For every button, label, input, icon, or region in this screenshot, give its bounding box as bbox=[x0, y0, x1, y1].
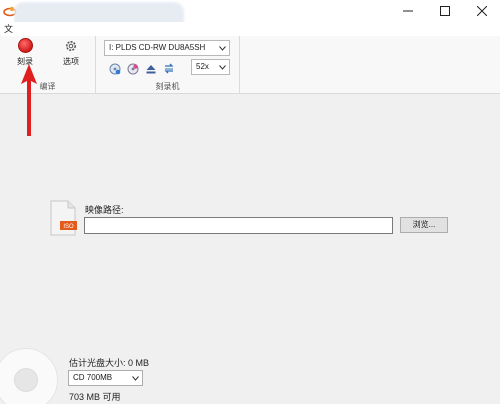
menu-file[interactable]: 文 bbox=[4, 22, 13, 35]
edit-group-label: 编译 bbox=[39, 82, 56, 91]
iso-file-icon: ISO bbox=[50, 200, 77, 236]
chevron-down-icon bbox=[217, 41, 227, 55]
estimated-disc-size: 估计光盘大小: 0 MB bbox=[69, 358, 150, 368]
browse-button[interactable]: 浏览... bbox=[400, 217, 448, 233]
eject-icon bbox=[146, 64, 155, 73]
options-button[interactable]: 选项 bbox=[56, 38, 86, 76]
load-tray-icon bbox=[163, 63, 174, 73]
menu-bar: 文 bbox=[0, 22, 500, 36]
erase-disc-icon bbox=[127, 63, 138, 74]
eject-button[interactable] bbox=[144, 62, 157, 75]
disc-icon bbox=[0, 348, 58, 404]
image-path-label: 映像路径: bbox=[85, 205, 124, 215]
gear-icon bbox=[64, 38, 79, 53]
options-label: 选项 bbox=[63, 57, 79, 66]
window-controls bbox=[389, 0, 500, 22]
iso-badge-label: ISO bbox=[63, 224, 74, 230]
minimize-button[interactable] bbox=[389, 0, 426, 22]
edit-group: 刻录 选项 编译 bbox=[0, 36, 96, 94]
disc-type-value: CD 700MB bbox=[73, 373, 113, 382]
ribbon-toolbar: 刻录 选项 编译 刻录机 I: PLDS CD-RW DU8A5SH 52x bbox=[0, 36, 500, 94]
title-bar bbox=[0, 0, 500, 40]
chevron-down-icon bbox=[130, 371, 140, 385]
device-select-value: I: PLDS CD-RW DU8A5SH bbox=[109, 43, 206, 52]
disc-type-select[interactable]: CD 700MB bbox=[68, 370, 143, 386]
maximize-button[interactable] bbox=[426, 0, 463, 22]
disc-hole bbox=[14, 368, 38, 392]
device-select[interactable]: I: PLDS CD-RW DU8A5SH bbox=[104, 40, 230, 56]
image-path-input[interactable] bbox=[84, 217, 393, 234]
chevron-down-icon bbox=[217, 60, 227, 74]
disc-info-icon bbox=[109, 63, 120, 74]
close-button[interactable] bbox=[463, 0, 500, 22]
maximize-icon bbox=[439, 6, 450, 16]
erase-disc-button[interactable] bbox=[126, 62, 139, 75]
speed-select[interactable]: 52x bbox=[191, 59, 230, 75]
minimize-icon bbox=[402, 10, 413, 12]
close-icon bbox=[476, 6, 487, 16]
burner-tools bbox=[108, 62, 175, 76]
speed-select-value: 52x bbox=[196, 62, 209, 71]
available-space: 703 MB 可用 bbox=[69, 392, 121, 402]
burner-group-label: 刻录机 bbox=[155, 82, 180, 91]
disc-info-button[interactable] bbox=[108, 62, 121, 75]
load-tray-button[interactable] bbox=[162, 62, 175, 75]
burn-icon bbox=[17, 38, 33, 53]
annotation-arrow-icon bbox=[21, 64, 37, 136]
